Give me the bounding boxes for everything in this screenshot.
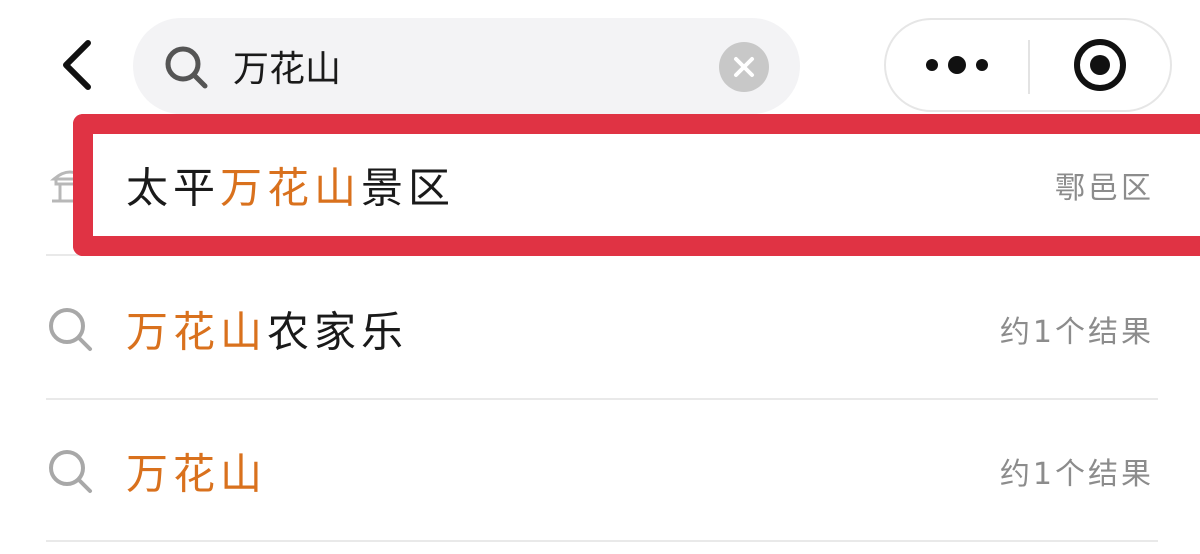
chevron-left-icon bbox=[63, 40, 91, 90]
suggestion-suffix: 农家乐 bbox=[267, 307, 409, 357]
more-dots-icon bbox=[926, 56, 988, 74]
row-divider bbox=[46, 254, 1158, 256]
suggestion-item[interactable]: 万花山农家乐 约1个结果 bbox=[46, 258, 1158, 400]
exit-miniprogram-button[interactable] bbox=[1030, 20, 1170, 110]
search-icon bbox=[49, 450, 92, 493]
more-options-button[interactable] bbox=[886, 20, 1028, 110]
search-icon bbox=[165, 46, 208, 89]
suggestion-highlight: 万花山 bbox=[126, 307, 268, 357]
pavilion-icon bbox=[50, 170, 90, 203]
suggestion-result-count: 约1个结果 bbox=[999, 315, 1154, 350]
suggestion-title: 万花山 bbox=[126, 441, 267, 502]
suggestion-item[interactable]: 万花山 约1个结果 bbox=[46, 400, 1158, 542]
back-button[interactable] bbox=[46, 30, 106, 100]
suggestion-title: 万花山农家乐 bbox=[126, 299, 408, 360]
suggestion-item[interactable] bbox=[46, 114, 1158, 256]
search-input[interactable] bbox=[233, 34, 793, 98]
row-divider bbox=[46, 540, 1158, 542]
search-icon bbox=[49, 308, 92, 351]
search-bar[interactable] bbox=[133, 18, 800, 114]
miniprogram-capsule bbox=[884, 18, 1172, 112]
suggestion-result-count: 约1个结果 bbox=[999, 457, 1154, 492]
clear-search-button[interactable] bbox=[719, 42, 769, 92]
close-icon bbox=[734, 57, 754, 77]
suggestion-highlight: 万花山 bbox=[126, 449, 268, 499]
target-icon bbox=[1074, 39, 1126, 91]
